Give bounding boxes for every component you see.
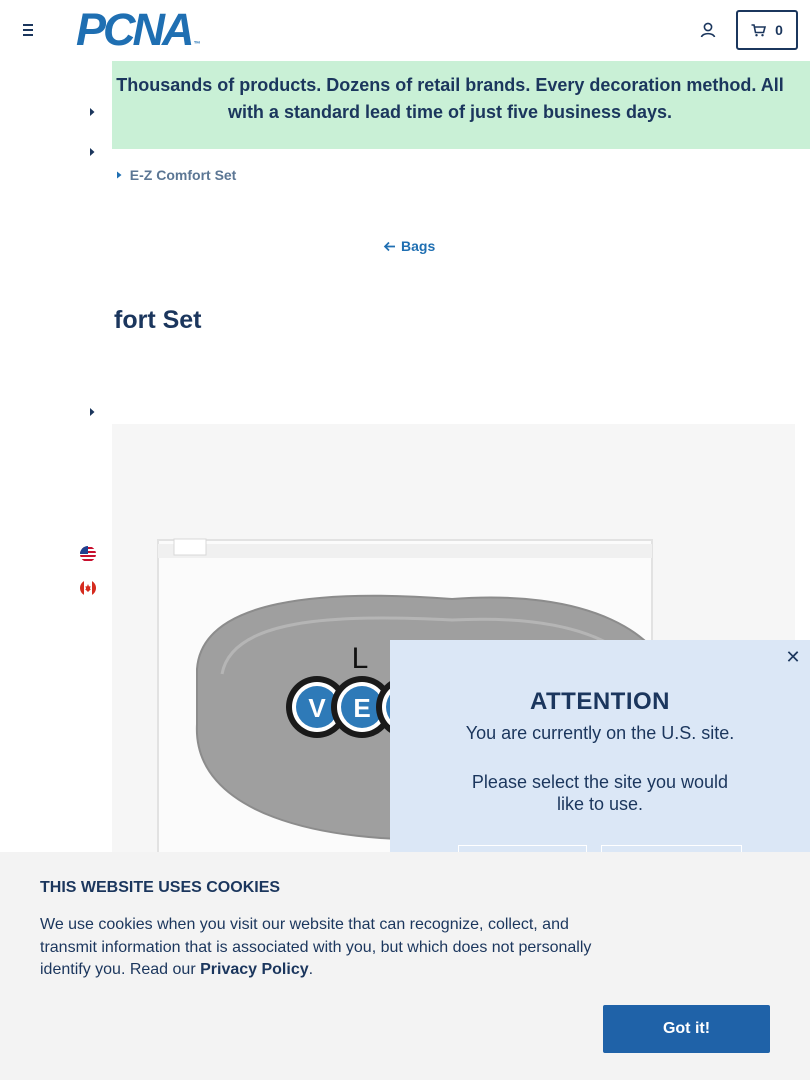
modal-heading: ATTENTION [529,688,671,715]
cookie-body-end: . [308,961,314,978]
promo-banner: Thousands of products. Dozens of retail … [0,61,810,149]
caret-right-icon[interactable] [88,147,96,157]
imprint-circle-v: V [308,693,326,723]
caret-right-icon[interactable] [88,407,96,417]
privacy-policy-link[interactable]: Privacy Policy [200,961,309,978]
cart-icon [751,23,767,36]
caret-right-icon[interactable] [88,107,96,117]
account-icon[interactable] [699,21,717,39]
back-link-label: Bags [401,238,436,254]
canada-flag-icon[interactable] [80,580,96,596]
site-header: PCNA ™ 0 [0,0,810,60]
cart-count: 0 [775,22,783,38]
breadcrumb: s E-Z Comfort Set [100,166,236,184]
modal-current-site-text: You are currently on the U.S. site. [465,723,735,743]
logo-text: PCNA [76,4,195,55]
cookie-body: We use cookies when you visit our websit… [40,914,610,982]
arrow-left-icon [383,241,395,251]
product-title: fort Set [114,306,202,334]
breadcrumb-separator-icon [116,171,122,179]
menu-icon[interactable] [18,20,38,40]
close-icon[interactable]: ✕ [784,648,802,666]
back-to-category-link[interactable]: Bags [383,238,435,254]
cookie-title: THIS WEBSITE USES COOKIES [40,879,281,896]
promo-banner-text: Thousands of products. Dozens of retail … [116,75,784,122]
pcna-logo[interactable]: PCNA ™ [76,4,201,55]
imprint-circle-e: E [353,693,370,723]
modal-select-site-text: Please select the site you would like to… [471,772,729,814]
breadcrumb-current: E-Z Comfort Set [129,167,237,183]
imprint-letter: L [352,642,369,675]
page: Thousands of products. Dozens of retail … [0,0,810,1080]
logo-trademark: ™ [193,41,201,48]
got-it-button[interactable]: Got it! [603,1005,770,1053]
cookie-body-text: We use cookies when you visit our websit… [40,916,592,978]
cart-button[interactable]: 0 [736,10,798,50]
us-flag-icon[interactable] [80,546,96,562]
